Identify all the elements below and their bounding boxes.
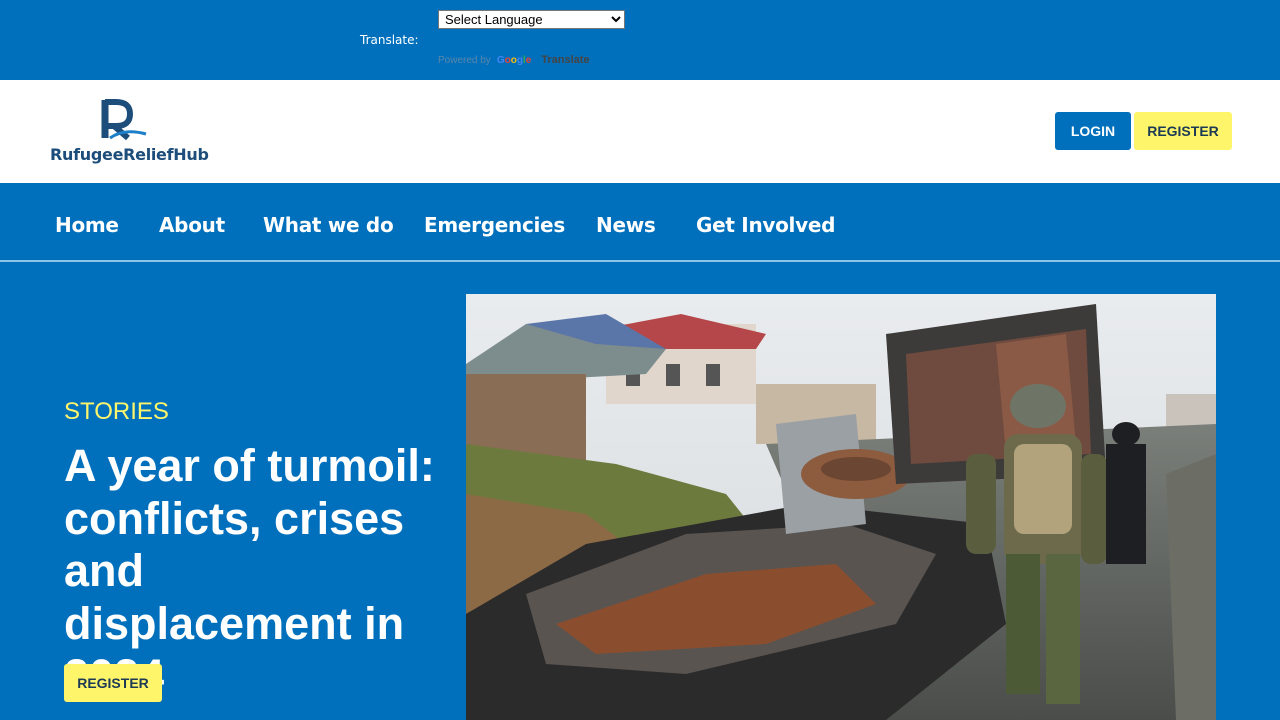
google-logo: Google [496,54,532,66]
login-button[interactable]: LOGIN [1055,112,1131,150]
nav-item-about[interactable]: About [159,213,225,237]
nav-item-home[interactable]: Home [55,213,119,237]
powered-by-text: Powered by [438,54,491,66]
logo-text: RufugeeReliefHub [50,145,209,164]
hero-register-button[interactable]: REGISTER [64,664,162,702]
logo-mark-icon [101,99,147,141]
nav-item-emergencies[interactable]: Emergencies [424,213,565,237]
translate-bar: Translate: Select Language Powered by Go… [0,0,1280,80]
nav-item-news[interactable]: News [596,213,656,237]
hero-photo-illustration [466,294,1216,720]
register-button[interactable]: REGISTER [1134,112,1232,150]
hero-photo[interactable] [466,294,1216,720]
nav-item-get-involved[interactable]: Get Involved [696,213,835,237]
site-logo[interactable]: RufugeeReliefHub [50,98,209,168]
google-translate-link[interactable]: Translate [541,54,589,66]
site-header: RufugeeReliefHub LOGIN REGISTER [0,80,1280,183]
nav-item-what-we-do[interactable]: What we do [263,213,394,237]
translate-label: Translate: [360,33,419,47]
powered-by-google: Powered by Google Translate [438,54,590,66]
language-select[interactable]: Select Language [438,10,625,29]
hero-category-tag[interactable]: STORIES [64,398,169,426]
main-nav: Home About What we do Emergencies News G… [0,183,1280,262]
